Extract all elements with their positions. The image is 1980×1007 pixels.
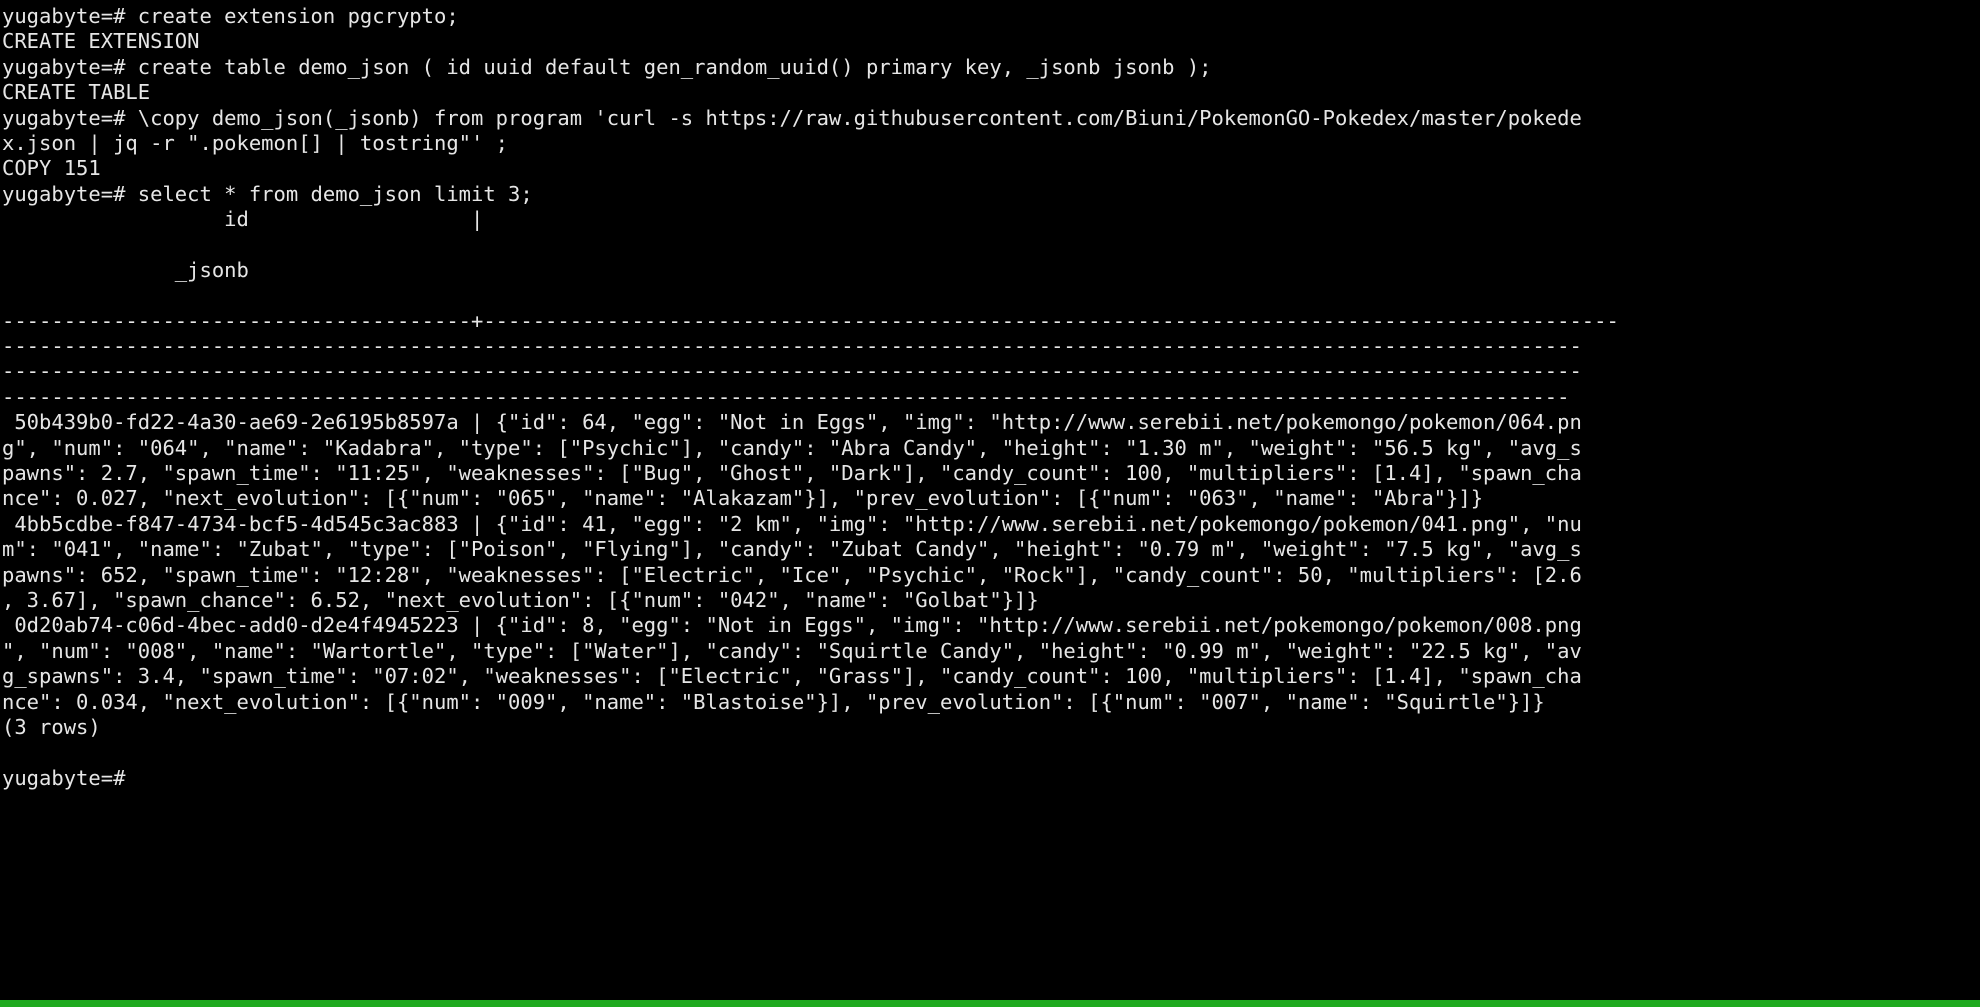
terminal-line: g_spawns": 3.4, "spawn_time": "07:02", "… [2, 664, 1582, 689]
terminal-line: COPY 151 [2, 156, 101, 181]
terminal-line: yugabyte=# select * from demo_json limit… [2, 181, 533, 206]
terminal-line: ", "num": "008", "name": "Wartortle", "t… [2, 638, 1582, 663]
terminal-line: x.json | jq -r ".pokemon[] | tostring"' … [2, 130, 509, 155]
terminal-line: pawns": 652, "spawn_time": "12:28", "wea… [2, 562, 1582, 587]
terminal-line: , 3.67], "spawn_chance": 6.52, "next_evo… [2, 587, 1039, 612]
terminal-line: CREATE EXTENSION [2, 29, 200, 54]
terminal-line: CREATE TABLE [2, 80, 151, 105]
terminal-line: yugabyte=# create table demo_json ( id u… [2, 54, 1212, 79]
terminal-line: nce": 0.027, "next_evolution": [{"num": … [2, 486, 1484, 511]
terminal-line: m": "041", "name": "Zubat", "type": ["Po… [2, 537, 1582, 562]
terminal-line: nce": 0.034, "next_evolution": [{"num": … [2, 689, 1545, 714]
terminal-line: yugabyte=# [2, 765, 126, 790]
terminal-line: pawns": 2.7, "spawn_time": "11:25", "wea… [2, 461, 1582, 486]
terminal-line: yugabyte=# \copy demo_json(_jsonb) from … [2, 105, 1582, 130]
terminal-window[interactable]: yugabyte=# create extension pgcrypto; CRE… [0, 0, 1980, 1007]
terminal-line: --------------------------------------+-… [2, 308, 1619, 333]
terminal-line: ----------------------------------------… [2, 359, 1582, 384]
terminal-line: ----------------------------------------… [2, 384, 1570, 409]
terminal-line: 0d20ab74-c06d-4bec-add0-d2e4f4945223 | {… [2, 613, 1582, 638]
terminal-line: 4bb5cdbe-f847-4734-bcf5-4d545c3ac883 | {… [2, 511, 1582, 536]
terminal-line: _jsonb [2, 257, 249, 282]
terminal-line: ----------------------------------------… [2, 334, 1582, 359]
terminal-line: g", "num": "064", "name": "Kadabra", "ty… [2, 435, 1582, 460]
terminal-line: yugabyte=# create extension pgcrypto; [2, 4, 459, 28]
terminal-line: (3 rows) [2, 714, 101, 739]
terminal-screen[interactable]: yugabyte=# create extension pgcrypto; CRE… [0, 0, 1980, 791]
terminal-line: 50b439b0-fd22-4a30-ae69-2e6195b8597a | {… [2, 410, 1582, 435]
terminal-status-bar [0, 1000, 1980, 1007]
terminal-line: id | [2, 207, 484, 232]
